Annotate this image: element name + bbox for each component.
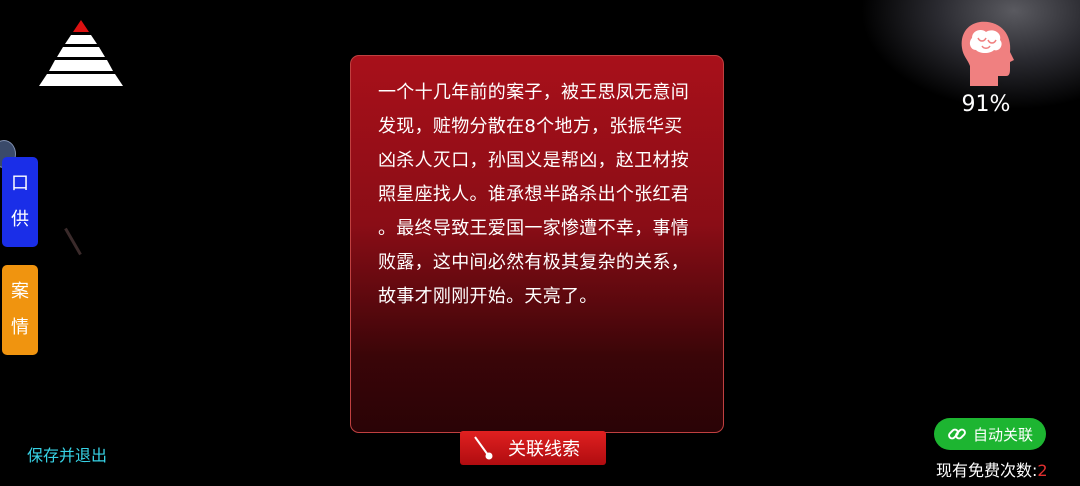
- story-line: 凶杀人灭口，孙国义是帮凶，赵卫材按: [378, 150, 690, 171]
- story-line: 故事才刚刚开始。天亮了。: [378, 286, 598, 307]
- auto-link-button[interactable]: 自动关联: [934, 418, 1046, 450]
- tab-case-char: 案: [11, 281, 29, 302]
- tab-testimony-char: 供: [11, 209, 29, 230]
- tab-testimony[interactable]: 口 供: [2, 157, 38, 247]
- free-count-value: 2: [1037, 461, 1048, 480]
- story-text: 一个十几年前的案子，被王思凤无意间 发现，赃物分散在8个地方，张振华买 凶杀人灭…: [378, 76, 699, 314]
- free-count-text: 现有免费次数:2: [936, 457, 1048, 481]
- story-line: 发现，赃物分散在8个地方，张振华买: [378, 116, 683, 137]
- needle-icon: [474, 436, 493, 460]
- link-clues-button[interactable]: 关联线索: [460, 431, 606, 465]
- free-count-label: 现有免费次数:: [936, 461, 1038, 480]
- chain-link-icon: [948, 428, 966, 440]
- link-clues-label: 关联线索: [508, 439, 580, 460]
- pyramid-icon[interactable]: [38, 20, 124, 86]
- story-line: 照星座找人。谁承想半路杀出个张红君: [378, 184, 690, 205]
- save-and-exit-link[interactable]: 保存并退出: [27, 442, 107, 466]
- auto-link-label: 自动关联: [972, 425, 1033, 444]
- tab-case-details[interactable]: 案 情: [2, 265, 38, 355]
- brain-percent: 91%: [961, 92, 1011, 117]
- story-line: 。最终导致王爱国一家惨遭不幸，事情: [378, 218, 690, 239]
- brain-head-icon: [961, 21, 1014, 86]
- tab-case-char: 情: [11, 317, 29, 338]
- story-card: 一个十几年前的案子，被王思凤无意间 发现，赃物分散在8个地方，张振华买 凶杀人灭…: [350, 55, 724, 433]
- story-line: 败露，这中间必然有极其复杂的关系，: [378, 252, 690, 273]
- tab-testimony-char: 口: [11, 173, 29, 194]
- story-line: 一个十几年前的案子，被王思凤无意间: [378, 82, 690, 103]
- background-stick: [64, 227, 82, 256]
